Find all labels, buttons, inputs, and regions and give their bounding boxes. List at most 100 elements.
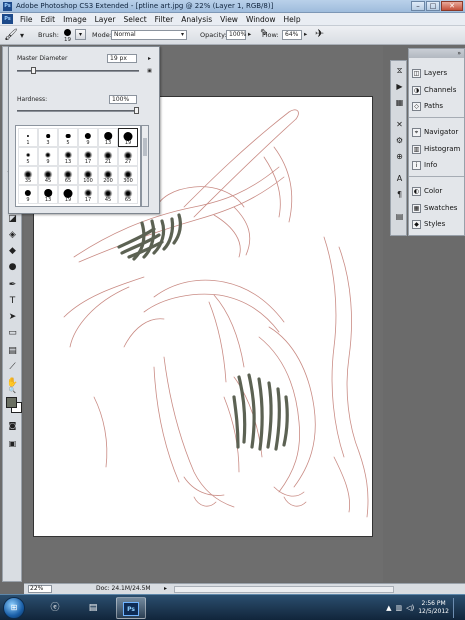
hardness-slider-thumb[interactable] (134, 107, 139, 114)
status-menu-arrow-icon[interactable]: ▸ (164, 585, 167, 592)
brush-preset[interactable]: 300 (118, 166, 138, 185)
panel-histogram[interactable]: ▥ Histogram (412, 143, 460, 155)
picker-menu-arrow-icon[interactable]: ▸ (146, 55, 153, 62)
panel-swatches[interactable]: ▦ Swatches (412, 202, 457, 214)
brush-preset[interactable]: 9 (38, 147, 58, 166)
menu-help[interactable]: Help (280, 15, 305, 24)
brush-preset[interactable]: 1 (18, 128, 38, 147)
brush-preset[interactable]: 45 (38, 166, 58, 185)
brush-preset[interactable]: 9 (78, 128, 98, 147)
brush-preset[interactable]: 65 (118, 185, 138, 204)
brush-preset[interactable]: 27 (118, 147, 138, 166)
brush-preset[interactable]: 19 (118, 128, 138, 147)
brush-preset[interactable]: 19 (58, 185, 78, 204)
menu-window[interactable]: Window (242, 15, 280, 24)
minimize-button[interactable]: – (411, 1, 425, 11)
volume-icon[interactable]: ◁) (406, 604, 414, 612)
blur-tool-icon[interactable]: ◆ (5, 245, 20, 258)
show-desktop-button[interactable] (453, 598, 461, 618)
system-clock[interactable]: 2:56 PM 12/5/2012 (418, 600, 449, 616)
menu-layer[interactable]: Layer (91, 15, 120, 24)
panel-info[interactable]: i Info (412, 159, 437, 171)
menu-view[interactable]: View (216, 15, 242, 24)
eyedropper-tool-icon[interactable]: ⟋ (5, 361, 20, 374)
path-selection-tool-icon[interactable]: ➤ (5, 311, 20, 324)
panel-layers[interactable]: ◫ Layers (412, 67, 447, 79)
foreground-color-swatch[interactable] (6, 397, 17, 408)
brush-preset[interactable]: 3 (38, 128, 58, 147)
screen-mode-icon[interactable]: ▣ (5, 437, 20, 450)
dodge-tool-icon[interactable]: ● (5, 261, 20, 274)
info-panel-icon[interactable]: ▤ (393, 211, 406, 223)
internet-explorer-icon[interactable]: ⓔ (40, 597, 70, 619)
menu-filter[interactable]: Filter (151, 15, 178, 24)
actions-panel-icon[interactable]: ▶ (393, 81, 406, 93)
notes-tool-icon[interactable]: ▤ (5, 345, 20, 358)
new-preset-icon[interactable]: ▣ (146, 68, 153, 75)
zoom-tool-icon[interactable]: 🔍 (5, 387, 20, 395)
tool-presets-panel-icon[interactable]: ⚙ (393, 135, 406, 147)
brush-preset[interactable]: 17 (78, 185, 98, 204)
type-tool-icon[interactable]: T (5, 295, 20, 308)
taskbar-photoshop-button[interactable]: Ps (116, 597, 146, 619)
menu-edit[interactable]: Edit (37, 15, 60, 24)
panel-navigator[interactable]: ⌖ Navigator (412, 126, 458, 138)
brush-preset[interactable]: 17 (78, 147, 98, 166)
brush-preset[interactable]: 9 (18, 185, 38, 204)
history-panel-icon[interactable]: ⧖ (393, 65, 406, 77)
quick-mask-icon[interactable]: ◙ (5, 419, 20, 432)
scrollbar-thumb[interactable] (143, 138, 147, 156)
panel-paths[interactable]: ◇ Paths (412, 100, 443, 112)
menu-image[interactable]: Image (59, 15, 91, 24)
show-hidden-icons-icon[interactable]: ▲ (386, 604, 391, 612)
zoom-level-input[interactable]: 22% (28, 585, 52, 593)
ps-menu-logo[interactable]: Ps (2, 14, 13, 24)
hardness-input[interactable]: 100% (109, 95, 137, 104)
mode-select[interactable]: Normal ▾ (111, 30, 187, 40)
shape-tool-icon[interactable]: ▭ (5, 327, 20, 340)
clone-source-panel-icon[interactable]: ⊕ (393, 151, 406, 163)
layer-comps-panel-icon[interactable]: ▦ (393, 97, 406, 109)
paragraph-panel-icon[interactable]: ¶ (393, 189, 406, 201)
close-button[interactable]: ✕ (441, 1, 463, 11)
panel-color[interactable]: ◐ Color (412, 185, 442, 197)
flow-slider-arrow-icon[interactable]: ▸ (304, 30, 307, 38)
character-panel-icon[interactable]: A (393, 173, 406, 185)
brush-preset[interactable]: 13 (38, 185, 58, 204)
brush-preset[interactable]: 200 (98, 166, 118, 185)
brush-preset[interactable]: 45 (98, 185, 118, 204)
brush-preset[interactable]: 65 (58, 166, 78, 185)
start-button[interactable]: ⊞ (3, 597, 25, 619)
hardness-slider[interactable] (17, 110, 139, 112)
brush-picker-toggle-icon[interactable]: ▾ (75, 29, 86, 40)
brush-preset[interactable]: 35 (18, 166, 38, 185)
panel-styles[interactable]: ◆ Styles (412, 218, 445, 230)
brush-tool-icon[interactable]: 🖌 (4, 28, 18, 41)
panel-dock-header[interactable]: » (409, 49, 464, 58)
brush-preset[interactable]: 13 (98, 128, 118, 147)
menu-file[interactable]: File (16, 15, 37, 24)
file-explorer-icon[interactable]: ▤ (78, 597, 108, 619)
airbrush-icon[interactable]: ✈ (315, 27, 324, 40)
brush-preset[interactable]: 5 (18, 147, 38, 166)
opacity-input[interactable]: 100% (226, 30, 246, 40)
menu-analysis[interactable]: Analysis (177, 15, 216, 24)
maximize-button[interactable]: □ (426, 1, 440, 11)
opacity-slider-arrow-icon[interactable]: ▸ (248, 30, 251, 38)
master-diameter-slider-thumb[interactable] (31, 67, 37, 74)
flow-input[interactable]: 64% (282, 30, 302, 40)
brush-preset[interactable]: 100 (78, 166, 98, 185)
menu-select[interactable]: Select (120, 15, 151, 24)
tool-preset-dropdown-icon[interactable]: ▾ (20, 31, 24, 40)
panel-channels[interactable]: ◑ Channels (412, 84, 456, 96)
brushes-panel-icon[interactable]: ✕ (393, 119, 406, 131)
brush-presets-scrollbar[interactable] (141, 125, 149, 207)
brush-preset[interactable]: 5 (58, 128, 78, 147)
network-icon[interactable]: ▥ (395, 604, 402, 612)
pen-tool-icon[interactable]: ✒ (5, 279, 20, 292)
paint-bucket-tool-icon[interactable]: ◈ (5, 229, 20, 242)
master-diameter-input[interactable]: 19 px (107, 54, 137, 63)
horizontal-scrollbar[interactable] (174, 586, 394, 593)
brush-preset[interactable]: 13 (58, 147, 78, 166)
brush-preset[interactable]: 21 (98, 147, 118, 166)
